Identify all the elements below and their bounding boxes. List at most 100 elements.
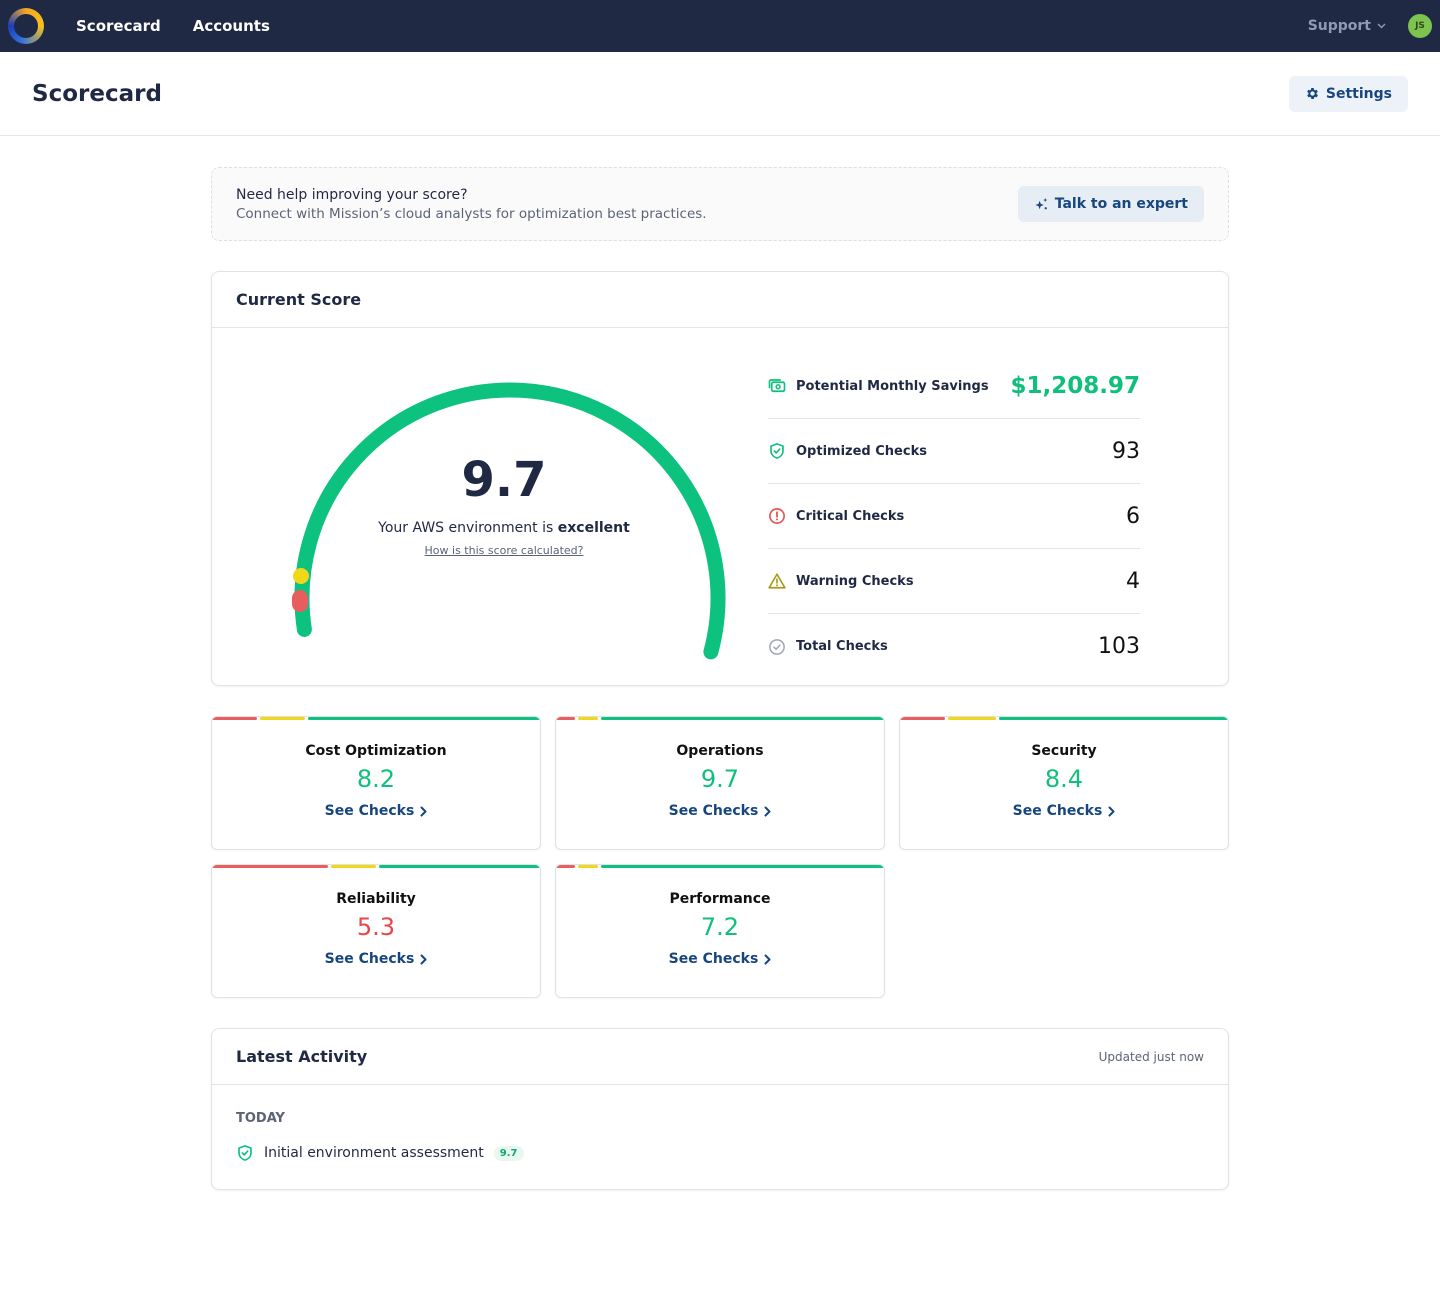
sparkle-icon [1035,197,1048,209]
stat-row: Total Checks 103 [768,614,1140,679]
category-card: Performance 7.2 See Checks [555,864,885,998]
ok-segment [308,717,540,720]
category-score: 7.2 [700,913,740,941]
score-desc-prefix: Your AWS environment is [378,520,558,536]
alert-circle-icon [768,507,786,525]
check-circle-icon [768,638,786,656]
main-content: Need help improving your score? Connect … [211,167,1229,1190]
help-banner: Need help improving your score? Connect … [211,167,1229,241]
ok-segment [600,717,884,720]
user-avatar[interactable]: JS [1408,14,1432,38]
critical-segment [556,717,576,720]
score-rating: excellent [557,520,630,536]
category-status-bar [212,865,540,868]
mission-logo[interactable] [8,8,44,44]
nav-accounts[interactable]: Accounts [193,17,270,35]
ok-segment [999,717,1228,720]
stat-left: Optimized Checks [768,442,927,460]
see-checks-label: See Checks [1012,803,1103,819]
activity-header: Latest Activity Updated just now [212,1029,1228,1085]
stat-value: $1,208.97 [1010,373,1141,399]
warning-segment [260,717,306,720]
critical-segment [212,717,258,720]
chevron-right-icon [420,806,427,816]
stat-label: Potential Monthly Savings [796,378,989,394]
support-menu[interactable]: Support [1308,18,1386,34]
chevron-right-icon [764,806,771,816]
category-status-bar [900,717,1228,720]
see-checks-link[interactable]: See Checks [669,951,772,967]
stat-value: 93 [1112,438,1140,464]
critical-segment [212,865,328,868]
category-card: Cost Optimization 8.2 See Checks [211,716,541,850]
nav-right: Support JS [1308,0,1432,52]
see-checks-label: See Checks [668,803,759,819]
see-checks-label: See Checks [668,951,759,967]
chevron-right-icon [420,954,427,964]
stat-label: Critical Checks [796,508,905,524]
critical-segment [900,717,946,720]
stat-value: 4 [1126,568,1140,594]
category-card: Operations 9.7 See Checks [555,716,885,850]
warning-segment [948,717,997,720]
activity-body: TODAY Initial environment assessment 9.7 [212,1085,1228,1188]
score-body: 9.7 Your AWS environment is excellent Ho… [212,328,1228,685]
stat-value: 6 [1126,503,1140,529]
category-status-bar [556,717,884,720]
activity-title: Latest Activity [236,1047,368,1066]
support-label: Support [1307,18,1371,34]
activity-score-badge: 9.7 [493,1145,524,1161]
stat-label: Warning Checks [796,573,914,589]
top-nav: Scorecard Accounts Support JS [0,0,1440,52]
gear-icon [1307,88,1318,99]
current-score-title: Current Score [236,290,362,309]
stat-label: Total Checks [796,639,888,654]
shield-check-icon [238,1145,252,1161]
page-title: Scorecard [32,80,162,107]
category-score: 9.7 [700,765,740,793]
help-subtitle: Connect with Mission’s cloud analysts fo… [236,205,707,222]
category-card: Security 8.4 See Checks [899,716,1229,850]
gauge-warning-segment [293,568,309,584]
talk-to-expert-label: Talk to an expert [1054,196,1188,212]
settings-label: Settings [1325,85,1392,102]
see-checks-label: See Checks [324,803,415,819]
activity-text: Initial environment assessment [264,1145,484,1161]
warning-triangle-icon [768,572,786,590]
stat-left: Potential Monthly Savings [768,377,989,395]
settings-button[interactable]: Settings [1288,75,1408,112]
ok-segment [600,865,884,868]
shield-check-icon [768,442,786,460]
see-checks-link[interactable]: See Checks [325,803,428,819]
see-checks-link[interactable]: See Checks [325,951,428,967]
category-name: Security [1031,743,1097,759]
talk-to-expert-button[interactable]: Talk to an expert [1017,186,1204,222]
gauge-critical-segment [292,590,308,612]
help-title: Need help improving your score? [236,186,468,203]
money-icon [768,377,786,395]
stat-left: Warning Checks [768,572,914,590]
warning-segment [578,717,598,720]
category-name: Operations [676,743,764,759]
score-stats: Potential Monthly Savings $1,208.97 Opti… [768,354,1140,679]
category-name: Reliability [336,891,416,907]
stat-row: Warning Checks 4 [768,549,1140,614]
ok-segment [379,865,540,868]
category-status-bar [556,865,884,868]
stat-row: Optimized Checks 93 [768,419,1140,484]
activity-group-label: TODAY [236,1111,285,1126]
category-grid: Cost Optimization 8.2 See Checks Operati… [211,716,1229,998]
current-score-card: Current Score 9.7 Your AWS environment i… [211,271,1229,686]
see-checks-link[interactable]: See Checks [669,803,772,819]
activity-item[interactable]: Initial environment assessment 9.7 [236,1144,1204,1162]
category-name: Performance [669,891,771,907]
stat-value: 103 [1098,634,1140,659]
score-calculation-link[interactable]: How is this score calculated? [425,544,584,557]
category-score: 8.2 [356,765,396,793]
warning-segment [330,865,376,868]
gauge-center: 9.7 Your AWS environment is excellent Ho… [212,456,796,558]
latest-activity-card: Latest Activity Updated just now TODAY I… [211,1028,1229,1190]
see-checks-link[interactable]: See Checks [1013,803,1116,819]
critical-segment [556,865,576,868]
nav-scorecard[interactable]: Scorecard [76,17,161,35]
